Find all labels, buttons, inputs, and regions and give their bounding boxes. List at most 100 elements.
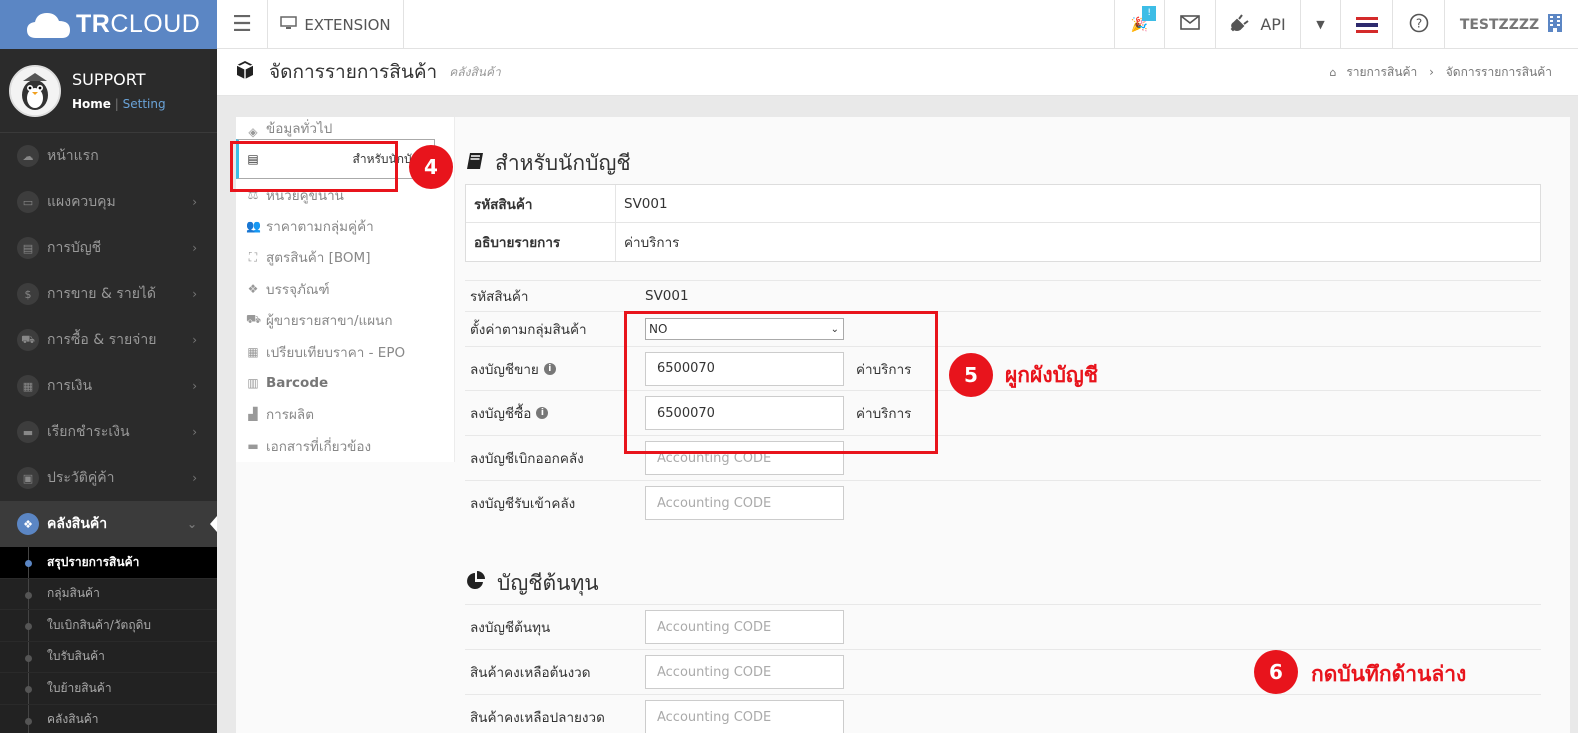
cost-section-title: บัญชีต้นทุน (465, 567, 865, 600)
user-menu[interactable]: TESTZZZZ (1444, 0, 1578, 49)
industry-icon: ▟ (248, 407, 258, 422)
sales-label: ลงบัญชีขาย i (470, 358, 645, 380)
cloud-icon: ☁ (17, 145, 39, 167)
chevron-right-icon: › (192, 241, 197, 255)
sidebar-item-label: แผงควบคุม (47, 194, 116, 210)
top-bar: TRCLOUD ☰ EXTENSION 🎉 ! API ▼ ? TESTZZZZ (0, 0, 1578, 49)
extension-label: EXTENSION (304, 15, 391, 34)
breadcrumb-item: จัดการรายการสินค้า (1445, 64, 1552, 79)
sidebar-item-partners[interactable]: ▣ ประวัติคู่ค้า › (0, 455, 217, 501)
highlight-box-accounts (624, 311, 938, 454)
opening-stock-input[interactable] (645, 655, 844, 689)
step-5-note: ผูกผังบัญชี (1005, 363, 1099, 387)
submenu-item-goods-receipt[interactable]: ใบรับสินค้า (0, 641, 217, 673)
credit-card-icon: ▬ (17, 421, 39, 443)
tab-documents[interactable]: ▬ เอกสารที่เกี่ยวข้อง (236, 430, 454, 461)
code-label: รหัสสินค้า (470, 289, 529, 305)
accountant-section-title: สำหรับนักบัญชี (465, 147, 865, 180)
home-icon: ⌂ (1329, 65, 1337, 79)
api-button[interactable]: API (1215, 0, 1300, 49)
avatar[interactable] (9, 64, 61, 117)
sidebar-item-accounting[interactable]: ▤ การบัญชี › (0, 225, 217, 271)
tab-branch-seller[interactable]: ⛟ ผู้ขายรายสาขา/แผนก (236, 305, 454, 336)
hamburger-icon: ☰ (232, 12, 252, 37)
sidebar-item-home[interactable]: ☁ หน้าแรก (0, 133, 217, 179)
extension-button[interactable]: EXTENSION (268, 0, 404, 49)
announcement-button[interactable]: 🎉 ! (1114, 0, 1164, 49)
mail-button[interactable] (1164, 0, 1215, 49)
tab-packaging[interactable]: ❖ บรรจุภัณฑ์ (236, 273, 454, 304)
users-icon: 👥 (246, 219, 261, 234)
breadcrumb-separator: › (1429, 64, 1434, 79)
cube-icon: ◈ (248, 125, 258, 139)
sales-label-text: ลงบัญชีขาย (470, 361, 539, 378)
receive-account-input[interactable] (645, 486, 844, 520)
monitor-icon (280, 15, 298, 34)
dropdown-button[interactable]: ▼ (1300, 0, 1340, 49)
barcode-icon: ▥ (247, 376, 259, 391)
tab-label: บรรจุภัณฑ์ (266, 281, 330, 298)
notification-badge: ! (1142, 6, 1156, 21)
highlight-box-tab (230, 141, 398, 192)
submenu-item-requisition[interactable]: ใบเบิกสินค้า/วัตถุดิบ (0, 610, 217, 642)
submenu-item-warehouse[interactable]: คลังสินค้า (0, 704, 217, 733)
chevron-right-icon: › (192, 471, 197, 485)
tab-general[interactable]: ◈ ข้อมูลทั่วไป (236, 117, 454, 139)
tab-label: การผลิต (266, 407, 314, 424)
question-icon: ? (1409, 13, 1429, 37)
cart-icon: ⛟ (17, 329, 39, 351)
chevron-right-icon: › (192, 287, 197, 301)
cart-icon: ⛟ (246, 312, 262, 327)
sidebar-menu: ☁ หน้าแรก ▭ แผงควบคุม › ▤ การบัญชี › $ การขาย … (0, 133, 217, 547)
cost-account-input[interactable] (645, 610, 844, 644)
home-link[interactable]: Home (72, 97, 111, 111)
envelope-icon (1180, 15, 1200, 34)
closing-stock-input[interactable] (645, 700, 844, 733)
purchase-label-text: ลงบัญชีซื้อ (470, 406, 532, 422)
summary-value: ค่าบริการ (624, 235, 680, 251)
page-subtitle: คลังสินค้า (449, 64, 501, 79)
sidebar-item-dashboard[interactable]: ▭ แผงควบคุม › (0, 179, 217, 225)
contact-icon: ▣ (17, 467, 39, 489)
chevron-down-icon: ⌄ (186, 517, 197, 531)
pie-chart-icon (465, 570, 487, 597)
tab-production[interactable]: ▟ การผลิต (236, 399, 454, 430)
sidebar-item-inventory[interactable]: ❖ คลังสินค้า ⌄ (0, 501, 217, 547)
plug-icon (1230, 13, 1250, 37)
info-icon[interactable]: i (536, 407, 549, 419)
tab-bom[interactable]: ⛶ สูตรสินค้า [BOM] (236, 242, 454, 273)
issue-label: ลงบัญชีเบิกออกคลัง (470, 451, 584, 467)
sidebar-item-label: การขาย & รายได้ (47, 286, 157, 302)
profile-name: SUPPORT (72, 70, 146, 89)
submenu-item-product-group[interactable]: กลุ่มสินค้า (0, 578, 217, 610)
sidebar-item-finance[interactable]: ▦ การเงิน › (0, 363, 217, 409)
sidebar-item-label: เรียกชำระเงิน (47, 424, 130, 440)
step-6-note: กดบันทึกด้านล่าง (1311, 662, 1467, 686)
tab-label: เอกสารที่เกี่ยวข้อง (266, 438, 372, 455)
form-row-cost: ลงบัญชีต้นทุน (465, 604, 1541, 649)
purchase-label: ลงบัญชีซื้อ i (470, 402, 645, 424)
tab-epo[interactable]: ▦ เปรียบเทียบราคา - EPO (236, 336, 454, 367)
submenu-item-transfer[interactable]: ใบย้ายสินค้า (0, 673, 217, 705)
sidebar-item-sales[interactable]: $ การขาย & รายได้ › (0, 271, 217, 317)
inventory-submenu: สรุปรายการสินค้า กลุ่มสินค้า ใบเบิกสินค้… (0, 547, 217, 733)
menu-toggle-button[interactable]: ☰ (217, 0, 268, 49)
building-icon (1547, 13, 1563, 37)
help-button[interactable]: ? (1392, 0, 1444, 49)
sidebar-item-label: ประวัติคู่ค้า (47, 470, 115, 486)
sidebar: SUPPORT Home | Setting ☁ หน้าแรก ▭ แผงควบค… (0, 49, 217, 733)
info-icon[interactable]: i (543, 362, 556, 375)
submenu-item-product-summary[interactable]: สรุปรายการสินค้า (0, 547, 217, 579)
brand-logo[interactable]: TRCLOUD (0, 0, 217, 49)
sidebar-item-billing[interactable]: ▬ เรียกชำระเงิน › (0, 409, 217, 455)
setting-link[interactable]: Setting (123, 97, 166, 111)
language-button[interactable] (1340, 0, 1392, 49)
table-row: อธิบายรายการ ค่าบริการ (466, 223, 1540, 261)
tab-partner-price[interactable]: 👥 ราคาตามกลุ่มคู่ค้า (236, 210, 454, 241)
breadcrumb-item[interactable]: รายการสินค้า (1346, 65, 1417, 79)
book-icon: ▤ (17, 237, 39, 259)
sidebar-item-label: การเงิน (47, 378, 93, 394)
sidebar-item-purchases[interactable]: ⛟ การซื้อ & รายจ่าย › (0, 317, 217, 363)
summary-table: รหัสสินค้า SV001 อธิบายรายการ ค่าบริการ (465, 184, 1541, 262)
tab-barcode[interactable]: ▥ Barcode (236, 367, 454, 398)
